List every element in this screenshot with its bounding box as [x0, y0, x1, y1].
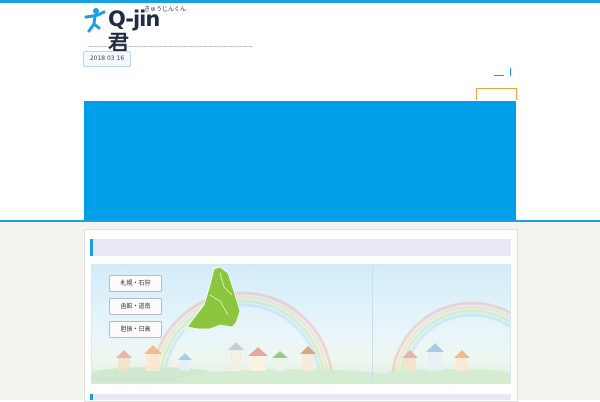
hokkaido-map [183, 266, 241, 332]
menu-mark[interactable] [494, 75, 504, 76]
area-button-hakodate[interactable]: 函館・道南 [109, 298, 162, 315]
menu-mark-vertical [510, 68, 511, 76]
update-date: 2018 03 16 [83, 51, 131, 67]
hero-banner [84, 101, 516, 222]
logo-ruby: きゅうじんくん [144, 6, 187, 13]
area-button-iburi[interactable]: 胆振・日高 [109, 321, 162, 338]
map-divider [372, 265, 373, 383]
area-button-sapporo[interactable]: 札幌・石狩 [109, 275, 162, 292]
highlight-tab[interactable] [476, 88, 517, 100]
next-section-heading [90, 394, 511, 400]
area-map: 札幌・石狩 函館・道南 胆振・日高 [91, 264, 511, 384]
section-heading [90, 239, 511, 256]
site-logo[interactable]: Q-jin君 きゅうじんくん [84, 5, 186, 55]
running-figure-icon [84, 8, 106, 33]
site-tagline: ーーーーーーーーーーーーーーーーーーーーーーーーーーーーーーーーー [88, 45, 254, 51]
top-accent-line [0, 0, 600, 3]
